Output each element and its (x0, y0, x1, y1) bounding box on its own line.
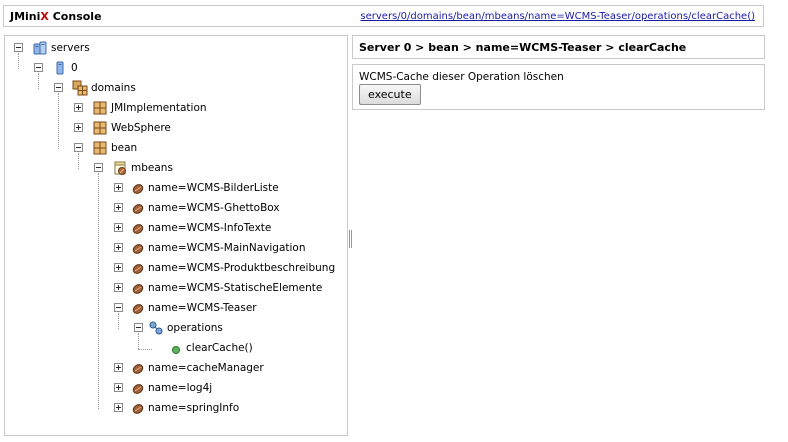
expand-toggle[interactable] (114, 263, 123, 272)
tree-node-domain[interactable]: WebSphere (5, 119, 345, 139)
collapse-toggle[interactable] (54, 83, 63, 92)
tree-node-label: name=springInfo (148, 402, 240, 414)
mbean-icon (132, 264, 144, 274)
collapse-toggle[interactable] (94, 163, 103, 172)
tree-node-operations[interactable]: operations (5, 319, 345, 339)
tree-node-label: name=log4j (148, 382, 213, 394)
tree-node-mbean[interactable]: name=cacheManager (5, 359, 345, 379)
tree-node-mbean[interactable]: name=WCMS-GhettoBox (5, 199, 345, 219)
tree-node-label: name=cacheManager (148, 362, 264, 374)
tree-node-mbean[interactable]: name=WCMS-MainNavigation (5, 239, 345, 259)
operation-description: WCMS-Cache dieser Operation löschen (359, 71, 564, 83)
mbean-icon (132, 204, 144, 214)
expand-toggle[interactable] (114, 243, 123, 252)
breadcrumb-panel: Server 0 > bean > name=WCMS-Teaser > cle… (352, 35, 765, 59)
tree-panel: servers 0 domains JMImplementation WebSp… (4, 35, 348, 436)
mbeans-icon (114, 161, 126, 175)
mbean-icon (132, 244, 144, 254)
tree-node-mbean[interactable]: name=WCMS-Produktbeschreibung (5, 259, 345, 279)
tree-node-label: bean (111, 142, 138, 154)
tree-node-label: operations (167, 322, 223, 334)
breadcrumb: Server 0 > bean > name=WCMS-Teaser > cle… (359, 41, 687, 54)
mbean-icon (132, 184, 144, 194)
domain-icon (93, 141, 107, 155)
tree-node-label: name=WCMS-Teaser (148, 302, 257, 314)
collapse-toggle[interactable] (134, 323, 143, 332)
tree-node-label: name=WCMS-Produktbeschreibung (148, 262, 336, 274)
header-bar: JMiniX Console servers/0/domains/bean/mb… (3, 5, 764, 27)
operation-panel: WCMS-Cache dieser Operation löschen exec… (352, 64, 765, 110)
tree-node-mbean[interactable]: name=springInfo (5, 399, 345, 419)
tree-node-label: name=WCMS-BilderListe (148, 182, 279, 194)
domains-icon (72, 80, 88, 96)
collapse-toggle[interactable] (34, 63, 43, 72)
collapse-toggle[interactable] (74, 143, 83, 152)
tree-node-label: name=WCMS-InfoTexte (148, 222, 272, 234)
server-icon (56, 61, 64, 75)
expand-toggle[interactable] (114, 183, 123, 192)
tree-node-mbeans[interactable]: mbeans (5, 159, 345, 179)
mbean-icon (132, 384, 144, 394)
tree-node-server-0[interactable]: 0 (5, 59, 345, 79)
tree-node-label: name=WCMS-StatischeElemente (148, 282, 323, 294)
collapse-toggle[interactable] (14, 43, 23, 52)
tree-node-label: name=WCMS-GhettoBox (148, 202, 280, 214)
tree-node-mbean[interactable]: name=WCMS-BilderListe (5, 179, 345, 199)
execute-button[interactable]: execute (359, 84, 421, 105)
expand-toggle[interactable] (114, 283, 123, 292)
mbean-icon (132, 364, 144, 374)
tree-node-label: clearCache() (186, 342, 253, 354)
tree-node-label: domains (91, 82, 136, 94)
panel-splitter[interactable] (349, 230, 352, 248)
tree-node-label: name=WCMS-MainNavigation (148, 242, 306, 254)
mbean-icon (132, 284, 144, 294)
tree-node-label: JMImplementation (111, 102, 207, 114)
expand-toggle[interactable] (74, 123, 83, 132)
mbean-icon (132, 404, 144, 414)
tree-node-mbean[interactable]: name=WCMS-Teaser (5, 299, 345, 319)
current-path-link[interactable]: servers/0/domains/bean/mbeans/name=WCMS-… (360, 11, 755, 22)
operations-icon (149, 321, 163, 335)
tree-node-mbean[interactable]: name=WCMS-InfoTexte (5, 219, 345, 239)
tree-node-label: servers (51, 42, 90, 54)
operation-icon (172, 346, 180, 354)
expand-toggle[interactable] (114, 223, 123, 232)
tree-node-label: 0 (71, 62, 78, 74)
tree-node-servers[interactable]: servers (5, 39, 345, 59)
expand-toggle[interactable] (74, 103, 83, 112)
domain-icon (93, 101, 107, 115)
collapse-toggle[interactable] (114, 303, 123, 312)
tree-node-mbean[interactable]: name=log4j (5, 379, 345, 399)
tree-node-mbean[interactable]: name=WCMS-StatischeElemente (5, 279, 345, 299)
tree-node-domains[interactable]: domains (5, 79, 345, 99)
tree-node-label: mbeans (131, 162, 173, 174)
tree-node-domain[interactable]: JMImplementation (5, 99, 345, 119)
expand-toggle[interactable] (114, 203, 123, 212)
mbean-icon (132, 224, 144, 234)
tree-node-operation[interactable]: clearCache() (5, 339, 345, 359)
expand-toggle[interactable] (114, 403, 123, 412)
domain-icon (93, 121, 107, 135)
tree-node-domain[interactable]: bean (5, 139, 345, 159)
servers-icon (33, 41, 47, 55)
app-title: JMiniX Console (10, 10, 102, 23)
mbean-icon (132, 304, 144, 314)
tree-node-label: WebSphere (111, 122, 171, 134)
expand-toggle[interactable] (114, 363, 123, 372)
expand-toggle[interactable] (114, 383, 123, 392)
